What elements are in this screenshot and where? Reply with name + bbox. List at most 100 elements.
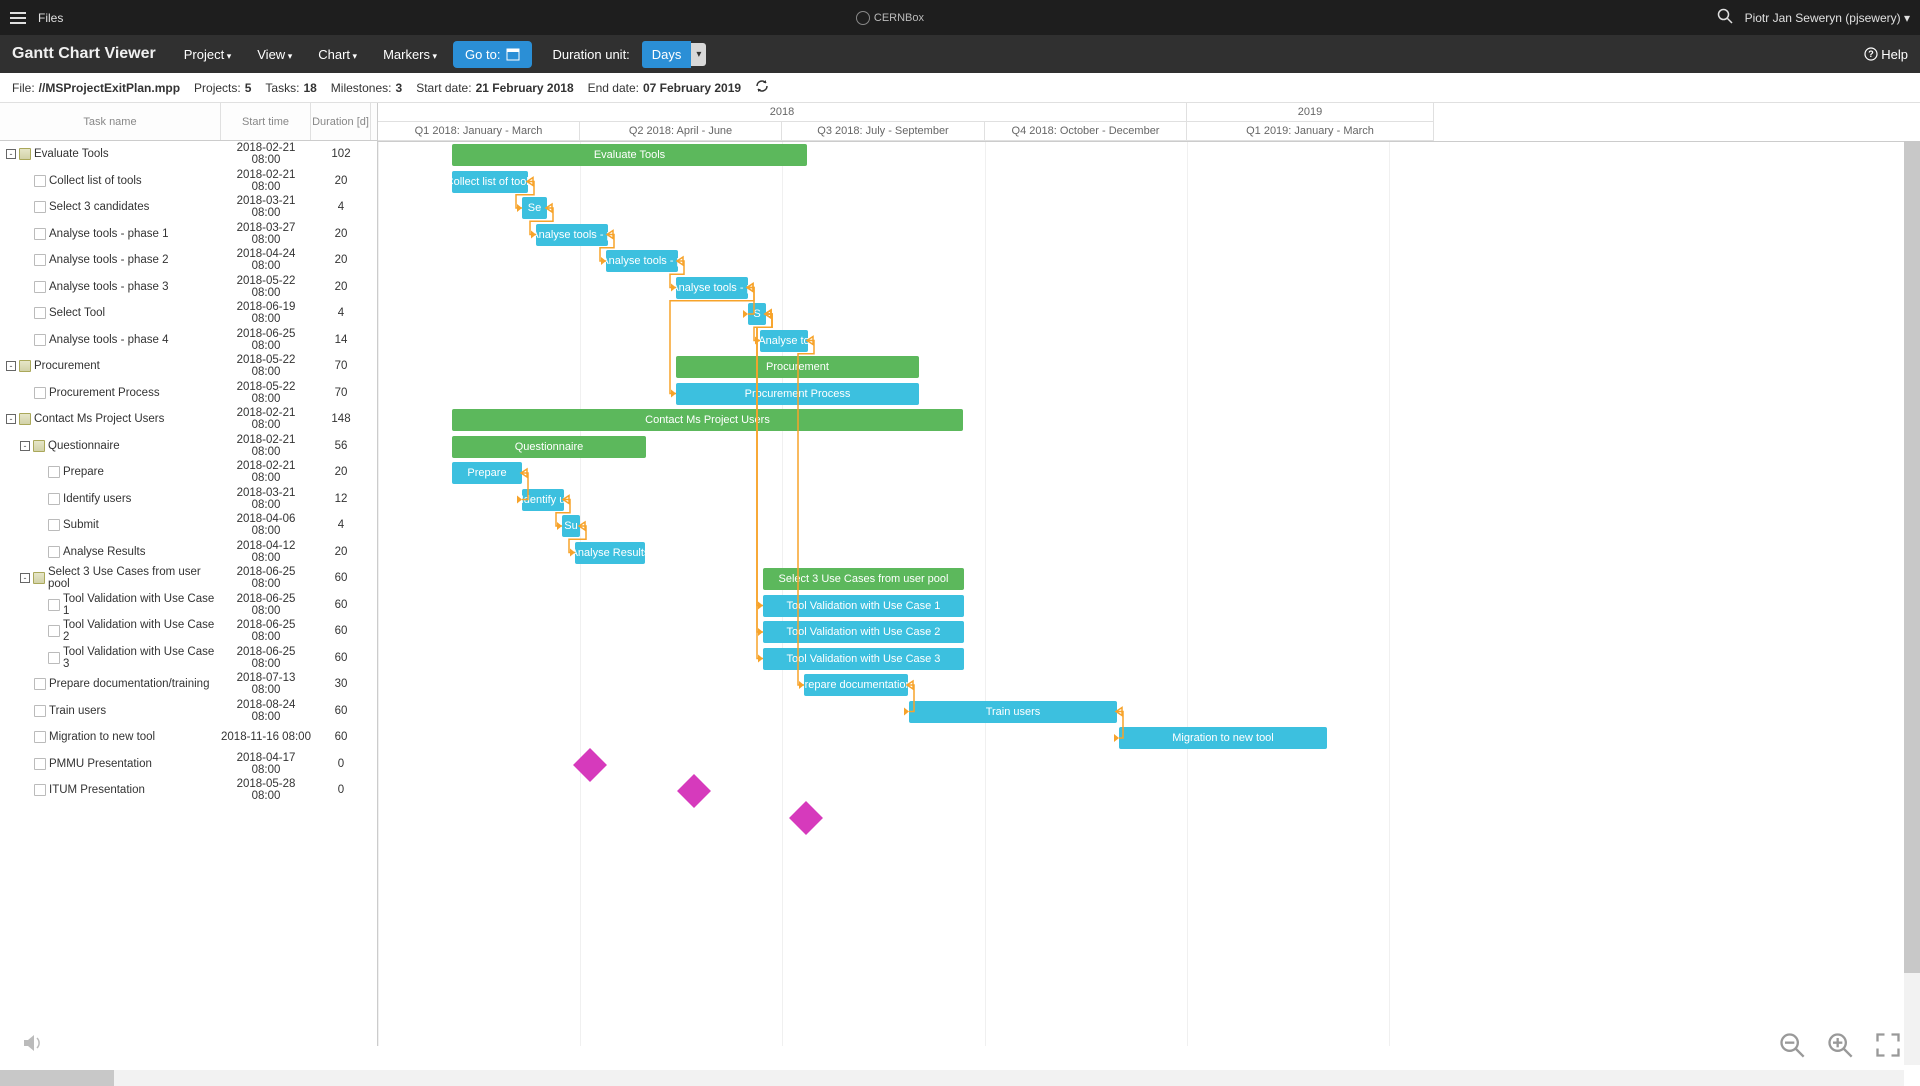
refresh-icon[interactable] <box>755 79 769 96</box>
summary-bar[interactable]: Procurement <box>676 356 919 378</box>
task-bar[interactable]: Collect list of tools <box>452 171 528 193</box>
grid-row[interactable]: Submit 2018-04-06 08:00 4 <box>0 512 377 539</box>
search-icon[interactable] <box>1717 8 1733 27</box>
task-bar[interactable]: Analyse Results <box>575 542 645 564</box>
col-start[interactable]: Start time <box>221 103 311 140</box>
menu-view[interactable]: View ▾ <box>247 41 302 68</box>
milestone-diamond[interactable] <box>573 748 607 782</box>
task-duration: 12 <box>311 493 371 505</box>
timeline-row: Questionnaire <box>378 434 1920 461</box>
grid-row[interactable]: Analyse Results 2018-04-12 08:00 20 <box>0 539 377 566</box>
task-bar[interactable]: S <box>748 303 766 325</box>
quarter-label: Q1 2019: January - March <box>1187 122 1434 141</box>
task-bar[interactable]: Migration to new tool <box>1119 727 1327 749</box>
summary-bar[interactable]: Evaluate Tools <box>452 144 807 166</box>
grid-row[interactable]: Prepare documentation/training 2018-07-1… <box>0 671 377 698</box>
grid-row[interactable]: Collect list of tools 2018-02-21 08:00 2… <box>0 168 377 195</box>
task-start: 2018-03-21 08:00 <box>221 195 311 219</box>
task-bar[interactable]: Tool Validation with Use Case 2 <box>763 621 964 643</box>
help-button[interactable]: ? Help <box>1864 47 1908 62</box>
task-duration: 4 <box>311 201 371 213</box>
grid-row[interactable]: Tool Validation with Use Case 2 2018-06-… <box>0 618 377 645</box>
task-bar[interactable]: Identify u <box>522 489 564 511</box>
timeline-row: Collect list of tools <box>378 169 1920 196</box>
user-menu[interactable]: Piotr Jan Seweryn (pjsewery) ▾ <box>1745 11 1910 25</box>
menu-icon[interactable] <box>10 12 26 24</box>
col-duration[interactable]: Duration [d] <box>311 103 371 140</box>
fullscreen-icon[interactable] <box>1874 1031 1902 1062</box>
task-bar[interactable]: Se <box>522 197 547 219</box>
grid-row[interactable]: Analyse tools - phase 1 2018-03-27 08:00… <box>0 221 377 248</box>
zoom-in-icon[interactable] <box>1826 1031 1854 1062</box>
grid-row[interactable]: -Contact Ms Project Users 2018-02-21 08:… <box>0 406 377 433</box>
collapse-toggle[interactable]: - <box>6 149 16 159</box>
menu-chart[interactable]: Chart ▾ <box>308 41 367 68</box>
task-bar[interactable]: Train users <box>909 701 1117 723</box>
collapse-toggle[interactable]: - <box>20 441 30 451</box>
file-icon <box>48 652 60 664</box>
grid-row[interactable]: -Questionnaire 2018-02-21 08:00 56 <box>0 433 377 460</box>
timeline-row <box>378 778 1920 805</box>
grid-row[interactable]: Prepare 2018-02-21 08:00 20 <box>0 459 377 486</box>
task-bar[interactable]: Prepare <box>452 462 522 484</box>
task-bar[interactable]: Analyse to <box>760 330 808 352</box>
chevron-down-icon[interactable]: ▾ <box>691 43 706 66</box>
grid-row[interactable]: -Select 3 Use Cases from user pool 2018-… <box>0 565 377 592</box>
menu-project[interactable]: Project ▾ <box>174 41 242 68</box>
summary-bar[interactable]: Select 3 Use Cases from user pool <box>763 568 964 590</box>
grid-row[interactable]: Analyse tools - phase 3 2018-05-22 08:00… <box>0 274 377 301</box>
zoom-out-icon[interactable] <box>1778 1031 1806 1062</box>
task-duration: 0 <box>311 784 371 796</box>
task-bar[interactable]: Analyse tools - p <box>536 224 608 246</box>
sound-icon[interactable] <box>20 1031 44 1058</box>
grid-row[interactable]: Tool Validation with Use Case 3 2018-06-… <box>0 645 377 672</box>
timeline-row: Tool Validation with Use Case 1 <box>378 593 1920 620</box>
task-duration: 4 <box>311 307 371 319</box>
task-bar[interactable]: Analyse tools - p <box>676 277 748 299</box>
milestone-diamond[interactable] <box>789 801 823 835</box>
task-bar[interactable]: Tool Validation with Use Case 1 <box>763 595 964 617</box>
start-date: 21 February 2018 <box>476 81 574 95</box>
grid-row[interactable]: -Procurement 2018-05-22 08:00 70 <box>0 353 377 380</box>
collapse-toggle[interactable]: - <box>6 361 16 371</box>
grid-row[interactable]: Analyse tools - phase 4 2018-06-25 08:00… <box>0 327 377 354</box>
task-name: Submit <box>63 519 99 531</box>
grid-row[interactable]: PMMU Presentation 2018-04-17 08:00 0 <box>0 751 377 778</box>
task-name: Train users <box>49 705 106 717</box>
menu-markers[interactable]: Markers ▾ <box>373 41 447 68</box>
task-bar[interactable]: Tool Validation with Use Case 3 <box>763 648 964 670</box>
goto-button[interactable]: Go to: <box>453 41 532 68</box>
summary-bar[interactable]: Questionnaire <box>452 436 646 458</box>
grid-row[interactable]: ITUM Presentation 2018-05-28 08:00 0 <box>0 777 377 804</box>
file-icon <box>34 334 46 346</box>
horizontal-scrollbar[interactable] <box>0 1070 1904 1086</box>
milestone-diamond[interactable] <box>677 774 711 808</box>
grid-row[interactable]: Identify users 2018-03-21 08:00 12 <box>0 486 377 513</box>
grid-row[interactable]: Migration to new tool 2018-11-16 08:00 6… <box>0 724 377 751</box>
grid-row[interactable]: Select Tool 2018-06-19 08:00 4 <box>0 300 377 327</box>
grid-row[interactable]: Select 3 candidates 2018-03-21 08:00 4 <box>0 194 377 221</box>
grid-row[interactable]: Train users 2018-08-24 08:00 60 <box>0 698 377 725</box>
files-link[interactable]: Files <box>38 11 63 25</box>
quarter-label: Q3 2018: July - September <box>782 122 985 141</box>
task-bar[interactable]: Analyse tools - p <box>606 250 678 272</box>
collapse-toggle[interactable]: - <box>6 414 16 424</box>
task-start: 2018-02-21 08:00 <box>221 434 311 458</box>
task-bar[interactable]: Su <box>562 515 580 537</box>
task-bar[interactable]: Prepare documentation/ <box>804 674 908 696</box>
duration-select[interactable]: Days <box>642 41 692 68</box>
task-name: Select Tool <box>49 307 105 319</box>
vertical-scrollbar[interactable] <box>1904 141 1920 1065</box>
task-start: 2018-04-17 08:00 <box>221 752 311 776</box>
summary-bar[interactable]: Contact Ms Project Users <box>452 409 963 431</box>
grid-row[interactable]: Procurement Process 2018-05-22 08:00 70 <box>0 380 377 407</box>
grid-row[interactable]: Analyse tools - phase 2 2018-04-24 08:00… <box>0 247 377 274</box>
timeline-row: Prepare documentation/ <box>378 672 1920 699</box>
gantt-timeline[interactable]: 20182019 Q1 2018: January - MarchQ2 2018… <box>378 103 1920 1046</box>
collapse-toggle[interactable]: - <box>20 573 30 583</box>
grid-row[interactable]: Tool Validation with Use Case 1 2018-06-… <box>0 592 377 619</box>
grid-row[interactable]: -Evaluate Tools 2018-02-21 08:00 102 <box>0 141 377 168</box>
file-icon <box>34 678 46 690</box>
col-name[interactable]: Task name <box>0 103 221 140</box>
task-bar[interactable]: Procurement Process <box>676 383 919 405</box>
